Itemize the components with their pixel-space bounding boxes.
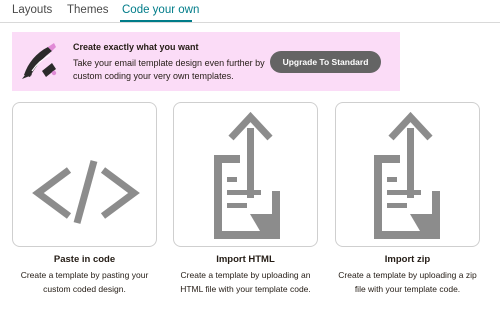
banner-title: Create exactly what you want <box>73 42 199 52</box>
upgrade-button[interactable]: Upgrade To Standard <box>270 51 381 73</box>
template-tabs: Layouts Themes Code your own <box>0 0 500 23</box>
illustration-icon <box>22 43 57 79</box>
import-zip-description: Create a template by uploading a zip fil… <box>338 270 477 294</box>
import-html-description: Create a template by uploading an HTML f… <box>180 270 311 294</box>
import-html-title: Import HTML <box>216 254 275 265</box>
import-zip-card[interactable] <box>335 102 480 247</box>
import-html-card[interactable] <box>173 102 318 247</box>
code-brackets-icon <box>32 160 140 224</box>
tab-code-your-own[interactable]: Code your own <box>122 4 199 16</box>
tab-themes[interactable]: Themes <box>67 4 109 16</box>
paste-in-code-title: Paste in code <box>53 254 116 265</box>
paste-in-code-description: Create a template by pasting your custom… <box>20 270 149 294</box>
upload-document-icon <box>374 111 440 239</box>
upgrade-banner: Create exactly what you want Take your e… <box>12 32 400 91</box>
tab-layouts[interactable]: Layouts <box>12 4 52 16</box>
upload-document-icon <box>214 111 280 239</box>
active-tab-indicator <box>120 20 192 22</box>
paste-in-code-card[interactable] <box>12 102 157 247</box>
banner-body: Take your email template design even fur… <box>73 58 265 81</box>
import-zip-title: Import zip <box>384 254 431 265</box>
